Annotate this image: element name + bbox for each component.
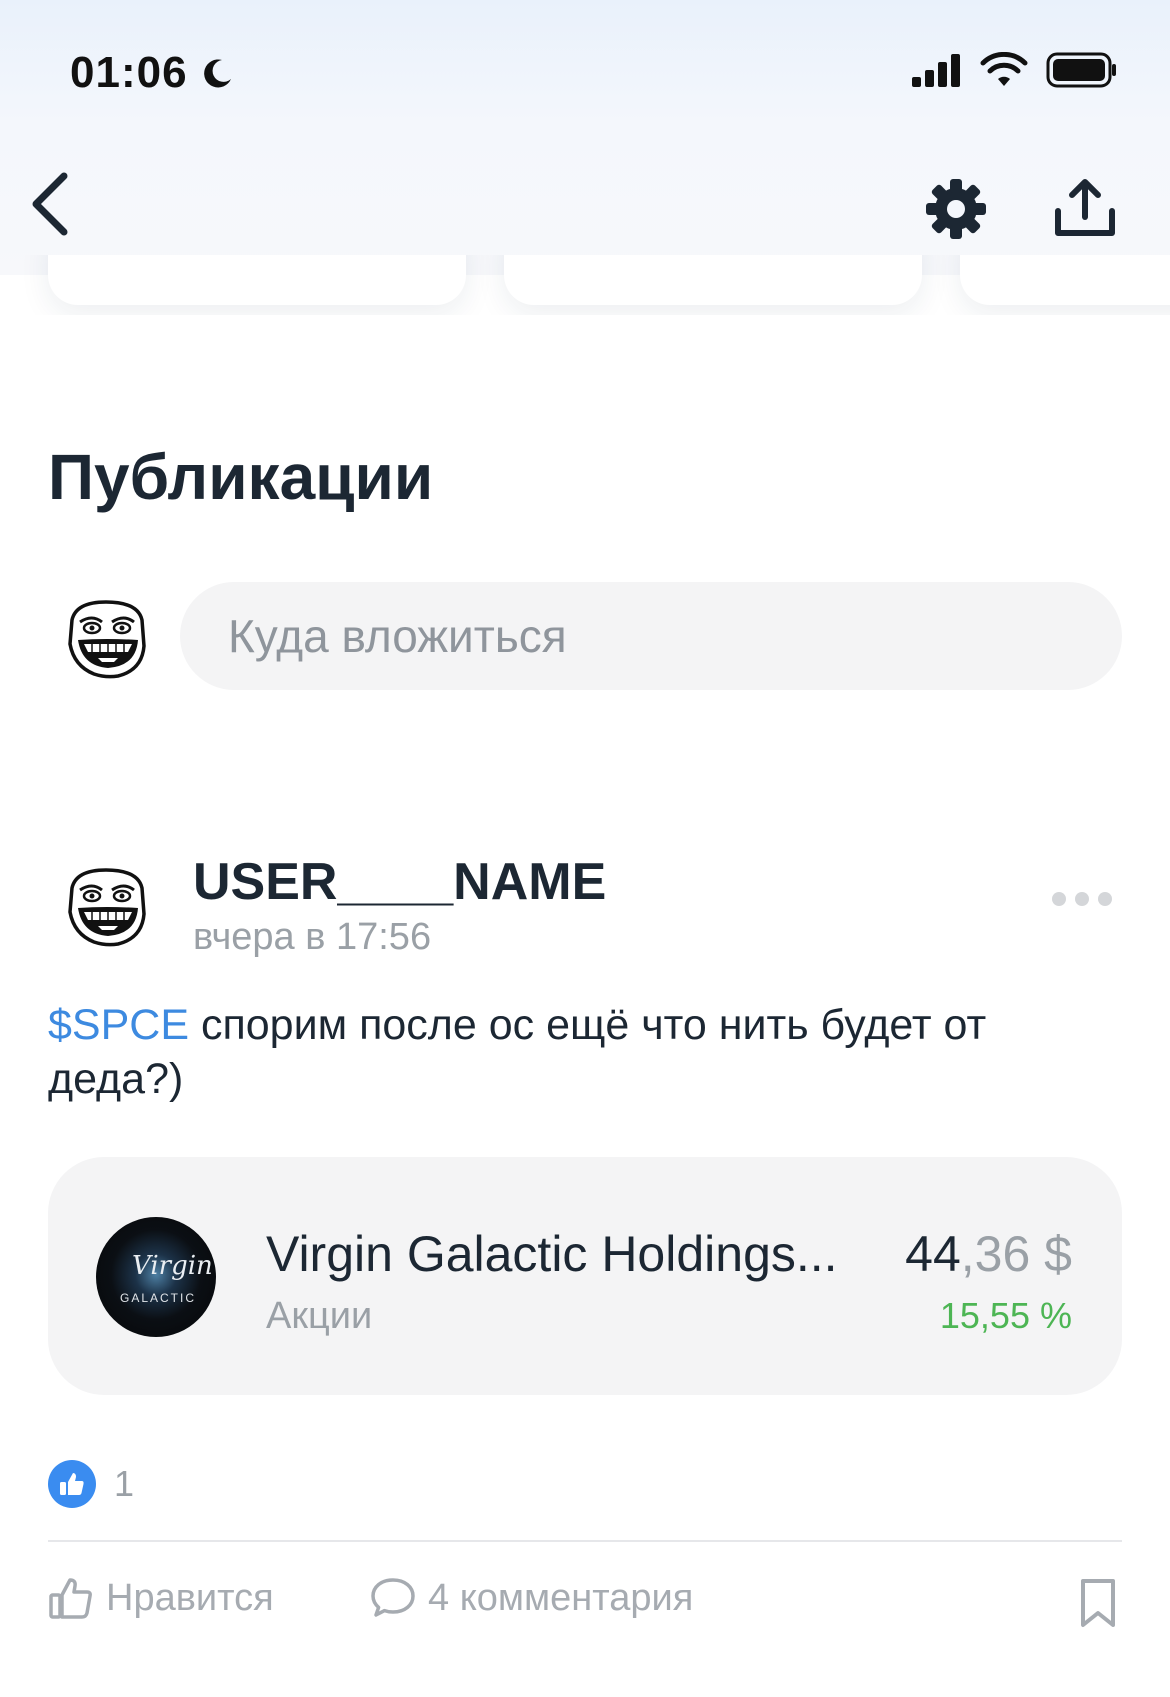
wifi-icon <box>980 52 1028 86</box>
price-integer: 44 <box>905 1226 961 1282</box>
moon-icon <box>203 59 231 88</box>
section-title: Публикации <box>48 441 434 513</box>
post-text: $SPCE спорим после ос ещё что нить будет… <box>48 998 1122 1106</box>
like-button[interactable]: Нравится <box>48 1575 274 1621</box>
logo-mark: Virgin <box>132 1251 213 1281</box>
stock-logo: Virgin GALACTIC <box>96 1217 216 1337</box>
likes-summary[interactable]: 1 <box>48 1460 134 1508</box>
like-label: Нравится <box>106 1576 274 1619</box>
share-icon[interactable] <box>1052 177 1118 241</box>
comments-label: 4 комментария <box>428 1576 694 1619</box>
thumbs-up-icon <box>49 1578 92 1619</box>
strip-card[interactable] <box>960 255 1170 305</box>
status-icons <box>912 52 1118 88</box>
avatar[interactable] <box>62 594 150 682</box>
strip-card[interactable] <box>48 255 466 305</box>
comments-button[interactable]: 4 комментария <box>370 1575 693 1621</box>
divider <box>48 1540 1122 1542</box>
stock-name: Virgin Galactic Holdings... <box>266 1226 838 1282</box>
cards-strip <box>0 255 1170 315</box>
back-chevron-icon[interactable] <box>28 170 72 238</box>
composer-placeholder: Куда вложиться <box>228 610 567 662</box>
author-name[interactable]: USER____NAME <box>193 852 606 912</box>
post-time: вчера в 17:56 <box>193 916 432 958</box>
post-body: спорим после ос ещё что нить будет от де… <box>48 1001 987 1103</box>
ticker-link[interactable]: $SPCE <box>48 1001 189 1049</box>
composer-input[interactable]: Куда вложиться <box>180 582 1122 690</box>
price-decimal: ,36 $ <box>960 1226 1072 1282</box>
strip-card[interactable] <box>504 255 922 305</box>
bookmark-icon[interactable] <box>1078 1577 1118 1629</box>
clock: 01:06 <box>70 48 188 97</box>
stock-price: 44,36 $ <box>905 1225 1072 1283</box>
signal-icon <box>912 54 960 87</box>
gear-icon[interactable] <box>924 177 988 241</box>
battery-icon <box>1046 52 1116 88</box>
post-composer: Куда вложиться <box>48 582 1122 690</box>
likes-count: 1 <box>114 1463 135 1504</box>
logo-text: GALACTIC <box>120 1291 197 1305</box>
comment-icon <box>371 1578 415 1617</box>
post-actions: Нравится 4 комментария <box>48 1575 1122 1635</box>
top-bar <box>0 0 1170 275</box>
more-icon[interactable] <box>1052 892 1112 906</box>
stock-change: 15,55 % <box>939 1295 1072 1336</box>
author-avatar[interactable] <box>62 862 150 950</box>
thumbs-up-icon <box>48 1460 96 1508</box>
stock-type: Акции <box>266 1295 373 1337</box>
stock-card[interactable]: Virgin GALACTIC Virgin Galactic Holdings… <box>48 1157 1122 1395</box>
post-header: USER____NAME вчера в 17:56 <box>48 852 1122 962</box>
status-bar-time: 01:06 <box>70 48 234 98</box>
